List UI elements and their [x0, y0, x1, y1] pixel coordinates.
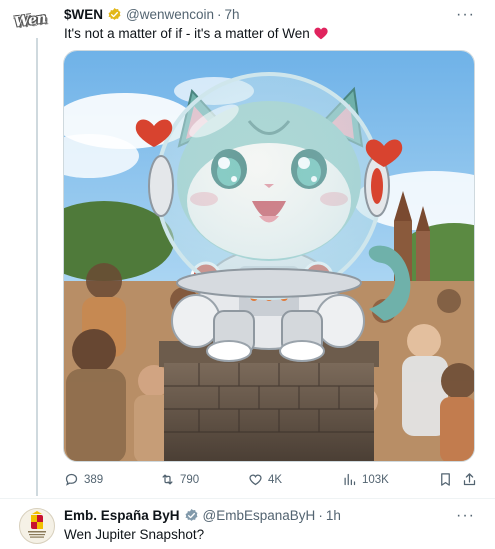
- views-icon: [344, 473, 356, 486]
- thread-line: [36, 38, 38, 496]
- wen-logo-avatar[interactable]: Wen: [12, 3, 56, 36]
- reply-icon: [65, 473, 78, 486]
- tweet-header: $WEN @wenwencoin · 7h: [64, 7, 240, 22]
- timestamp[interactable]: 7h: [225, 7, 240, 22]
- reply-handle[interactable]: @EmbEspanaByH: [203, 508, 316, 523]
- tweet-divider: [0, 498, 495, 499]
- reply-display-name[interactable]: Emb. España ByH: [64, 508, 180, 523]
- bookmark-icon: [441, 473, 450, 486]
- reply-text: Wen Jupiter Snapshot?: [64, 527, 205, 542]
- reply-count: 389: [84, 473, 104, 486]
- share-icon: [463, 473, 476, 486]
- more-icon[interactable]: ···: [456, 507, 475, 525]
- spain-emblem-icon: [28, 511, 46, 538]
- verified-badge-icon: [185, 508, 197, 521]
- views-action[interactable]: 103K: [342, 472, 389, 487]
- more-icon[interactable]: ···: [456, 6, 475, 24]
- bookmark-action[interactable]: [438, 472, 453, 487]
- like-action[interactable]: 4K: [248, 472, 282, 487]
- share-action[interactable]: [462, 472, 477, 487]
- views-count: 103K: [362, 473, 389, 486]
- separator-dot: ·: [217, 7, 222, 22]
- reply-timestamp[interactable]: 1h: [326, 508, 341, 523]
- reply-header: Emb. España ByH @EmbEspanaByH · 1h: [64, 508, 341, 523]
- like-icon: [249, 474, 262, 486]
- retweet-icon: [162, 474, 173, 485]
- verified-badge-icon: [108, 7, 121, 20]
- handle[interactable]: @wenwencoin: [126, 7, 214, 22]
- retweet-action[interactable]: 790: [160, 472, 199, 487]
- reply-author-avatar[interactable]: [19, 508, 55, 544]
- reply-action[interactable]: 389: [64, 472, 103, 487]
- display-name[interactable]: $WEN: [64, 7, 103, 22]
- tweet-text: It's not a matter of if - it's a matter …: [64, 26, 328, 41]
- like-count: 4K: [268, 473, 283, 486]
- heart-emoji-icon: [314, 27, 328, 40]
- tweet-media-image[interactable]: [63, 50, 475, 462]
- tweet-text-content: It's not a matter of if - it's a matter …: [64, 26, 310, 41]
- tweet-actions: 389 790 4K 103K: [64, 472, 477, 492]
- retweet-count: 790: [180, 473, 200, 486]
- astronaut-cat-illustration: [64, 51, 474, 461]
- separator-dot: ·: [318, 508, 323, 523]
